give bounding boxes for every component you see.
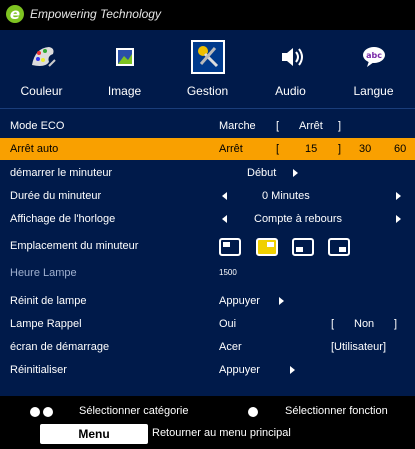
tab-audio[interactable]: Audio — [249, 30, 332, 108]
row-label: écran de démarrage — [10, 341, 110, 353]
right-nav-icon — [248, 406, 258, 418]
tab-gestion[interactable]: Gestion — [166, 30, 249, 108]
option-arret[interactable]: Arrêt — [219, 138, 243, 160]
tab-langue[interactable]: abc Langue — [332, 30, 415, 108]
option-acer[interactable]: Acer — [219, 336, 242, 358]
up-down-icon — [30, 406, 54, 418]
row-label: Mode ECO — [10, 120, 65, 132]
row-label: démarrer le minuteur — [10, 167, 113, 179]
bracket-close: ] — [394, 318, 398, 330]
option-arret[interactable]: Arrêt — [299, 115, 323, 137]
arrow-right-icon[interactable] — [279, 290, 284, 312]
position-top-left-icon[interactable] — [219, 238, 241, 256]
row-heure-lampe: Heure Lampe 1500 — [0, 262, 415, 284]
row-label: Réinitialiser — [10, 364, 67, 376]
position-bottom-right-icon[interactable] — [328, 238, 350, 256]
option-non[interactable]: Non — [354, 313, 374, 335]
acer-e-logo-icon: e — [6, 5, 24, 23]
row-value: Compte à rebours — [254, 213, 343, 225]
position-top-right-icon[interactable] — [256, 238, 278, 256]
arrow-left-icon[interactable] — [222, 185, 227, 207]
arrow-right-icon[interactable] — [396, 208, 401, 230]
option-oui[interactable]: Oui — [219, 313, 236, 335]
select-function-text: Sélectionner fonction — [285, 405, 388, 417]
row-reinit-lampe[interactable]: Réinit de lampe Appuyer — [0, 290, 415, 312]
speaker-icon — [274, 40, 308, 74]
tab-couleur[interactable]: Couleur — [0, 30, 83, 108]
help-footer: Sélectionner catégorie Sélectionner fonc… — [0, 400, 415, 449]
option-marche[interactable]: Marche — [219, 115, 256, 137]
row-arret-auto[interactable]: Arrêt auto Arrêt [ 15 ] 30 60 — [0, 138, 415, 160]
arrow-right-icon[interactable] — [290, 359, 295, 381]
bracket-close: ] — [338, 120, 342, 132]
row-label: Lampe Rappel — [10, 318, 82, 330]
select-category-text: Sélectionner catégorie — [79, 405, 189, 417]
row-duree-minuteur[interactable]: Durée du minuteur 0 Minutes — [0, 185, 415, 207]
bracket-open: [ — [331, 318, 335, 330]
tab-image[interactable]: Image — [83, 30, 166, 108]
svg-text:abc: abc — [366, 51, 382, 60]
tools-icon — [190, 40, 225, 74]
tab-label: Langue — [353, 84, 394, 98]
row-reinitialiser[interactable]: Réinitialiser Appuyer — [0, 359, 415, 381]
position-bottom-left-icon[interactable] — [292, 238, 314, 256]
brand-tagline: Empowering Technology — [30, 7, 161, 21]
option-30[interactable]: 30 — [359, 138, 371, 160]
row-label: Réinit de lampe — [10, 295, 87, 307]
color-wheel-icon — [25, 40, 59, 74]
row-label: Durée du minuteur — [10, 190, 102, 202]
category-tabs: Couleur Image Gestion Audio abc Langue — [0, 30, 415, 108]
row-emplacement-minuteur[interactable]: Emplacement du minuteur — [0, 235, 415, 261]
arrow-right-icon[interactable] — [396, 185, 401, 207]
row-affichage-horloge[interactable]: Affichage de l'horloge Compte à rebours — [0, 208, 415, 230]
arrow-right-icon[interactable] — [293, 162, 298, 184]
row-lampe-rappel[interactable]: Lampe Rappel Oui [ Non ] — [0, 313, 415, 335]
bracket-close: ] — [338, 143, 342, 155]
lamp-hours-value: 1500 — [219, 268, 237, 277]
row-label: Arrêt auto — [10, 143, 59, 155]
arrow-left-icon[interactable] — [222, 208, 227, 230]
row-label: Heure Lampe — [10, 267, 77, 279]
option-15[interactable]: 15 — [305, 138, 317, 160]
option-60[interactable]: 60 — [394, 138, 406, 160]
return-text: Retourner au menu principal — [152, 427, 291, 439]
tab-label: Gestion — [186, 84, 229, 98]
bracket-open: [ — [276, 120, 280, 132]
row-label: Affichage de l'horloge — [10, 213, 116, 225]
row-label: Emplacement du minuteur — [10, 240, 139, 252]
brand-bar: e Empowering Technology — [0, 0, 415, 30]
row-value[interactable]: Appuyer — [219, 290, 260, 312]
menu-button[interactable]: Menu — [40, 424, 148, 444]
bracket-open: [ — [276, 143, 280, 155]
image-icon — [108, 40, 142, 74]
row-ecran-demarrage[interactable]: écran de démarrage Acer [Utilisateur] — [0, 336, 415, 358]
row-value: 0 Minutes — [262, 190, 310, 202]
projector-osd: e Empowering Technology Couleur Image Ge… — [0, 0, 415, 449]
tab-label: Audio — [275, 84, 306, 98]
row-value[interactable]: Appuyer — [219, 359, 260, 381]
language-abc-icon: abc — [357, 40, 391, 74]
row-demarrer-minuteur[interactable]: démarrer le minuteur Début — [0, 162, 415, 184]
row-mode-eco[interactable]: Mode ECO Marche [ Arrêt ] — [0, 115, 415, 137]
option-utilisateur[interactable]: [Utilisateur] — [331, 336, 386, 358]
tab-label: Couleur — [20, 84, 63, 98]
tab-label: Image — [107, 84, 142, 98]
row-value[interactable]: Début — [247, 162, 276, 184]
settings-menu: Mode ECO Marche [ Arrêt ] Arrêt auto Arr… — [0, 108, 415, 396]
